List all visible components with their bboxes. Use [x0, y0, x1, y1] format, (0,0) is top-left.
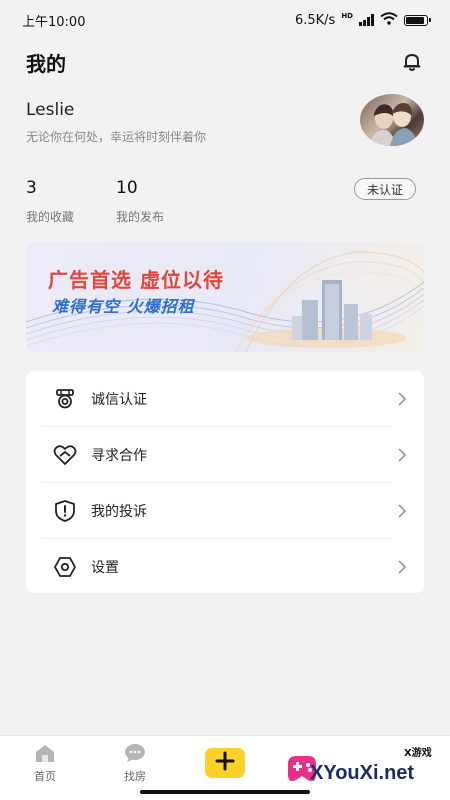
menu-item-settings[interactable]: 设置 [26, 539, 424, 595]
stats-section: 3 我的收藏 10 我的发布 未认证 [26, 178, 426, 228]
banner-subtitle: 难得有空 火爆招租 [52, 297, 195, 316]
signal-icon [359, 14, 374, 26]
page-title: 我的 [26, 51, 66, 76]
menu-label-cooperation: 寻求合作 [91, 448, 147, 464]
chevron-right-icon [396, 559, 408, 575]
chevron-right-icon [396, 391, 408, 407]
stat-posts[interactable]: 10 我的发布 [116, 178, 164, 225]
status-bar: 上午10:00 6.5K/s HD [0, 0, 450, 40]
network-speed: 6.5K/s [294, 12, 336, 28]
watermark-small-text: X游戏 [404, 748, 432, 759]
publish-button[interactable] [205, 748, 245, 778]
home-icon [33, 742, 57, 764]
wifi-icon [380, 11, 398, 29]
banner-title: 广告首选 虚位以待 [48, 268, 224, 292]
tab-label-home: 首页 [34, 770, 56, 783]
header: 我的 [0, 44, 450, 80]
favorites-count: 3 [26, 178, 37, 198]
menu-item-verification[interactable]: 诚信认证 [26, 371, 424, 427]
ad-banner[interactable]: 广告首选 虚位以待 难得有空 火爆招租 [26, 242, 424, 352]
bell-icon[interactable] [400, 50, 424, 74]
tab-label-find-house: 找房 [124, 770, 146, 783]
chevron-right-icon [396, 447, 408, 463]
favorites-label: 我的收藏 [26, 210, 75, 224]
stat-favorites[interactable]: 3 我的收藏 [26, 178, 74, 225]
chat-icon [123, 742, 147, 764]
watermark-text: XYouXi.net [310, 762, 415, 784]
home-indicator [140, 790, 310, 794]
status-time: 上午10:00 [22, 14, 86, 30]
tab-home[interactable]: 首页 [20, 742, 70, 788]
profile-section[interactable]: Leslie 无论你在何处，幸运将时刻伴着你 [26, 94, 426, 156]
battery-icon [404, 14, 431, 26]
watermark: X游戏 XYouXi.net [282, 742, 442, 792]
menu-label-verification: 诚信认证 [91, 392, 147, 408]
menu-card: 诚信认证 寻求合作 我的投诉 设置 [26, 371, 424, 593]
tab-find-house[interactable]: 找房 [110, 742, 160, 788]
menu-label-complaints: 我的投诉 [91, 504, 147, 520]
shield-alert-icon [53, 499, 77, 523]
menu-label-settings: 设置 [91, 560, 119, 576]
hd-icon: HD [341, 12, 353, 20]
badge-icon [53, 387, 77, 411]
posts-count: 10 [116, 178, 138, 198]
status-icons: 6.5K/s HD [294, 11, 431, 29]
chevron-right-icon [396, 503, 408, 519]
gear-icon [53, 555, 77, 579]
posts-label: 我的发布 [116, 210, 165, 224]
plus-icon [215, 751, 235, 775]
menu-item-cooperation[interactable]: 寻求合作 [26, 427, 424, 483]
verify-status-button[interactable]: 未认证 [353, 178, 416, 200]
handshake-icon [53, 443, 77, 467]
avatar[interactable] [360, 94, 424, 146]
menu-item-complaints[interactable]: 我的投诉 [26, 483, 424, 539]
